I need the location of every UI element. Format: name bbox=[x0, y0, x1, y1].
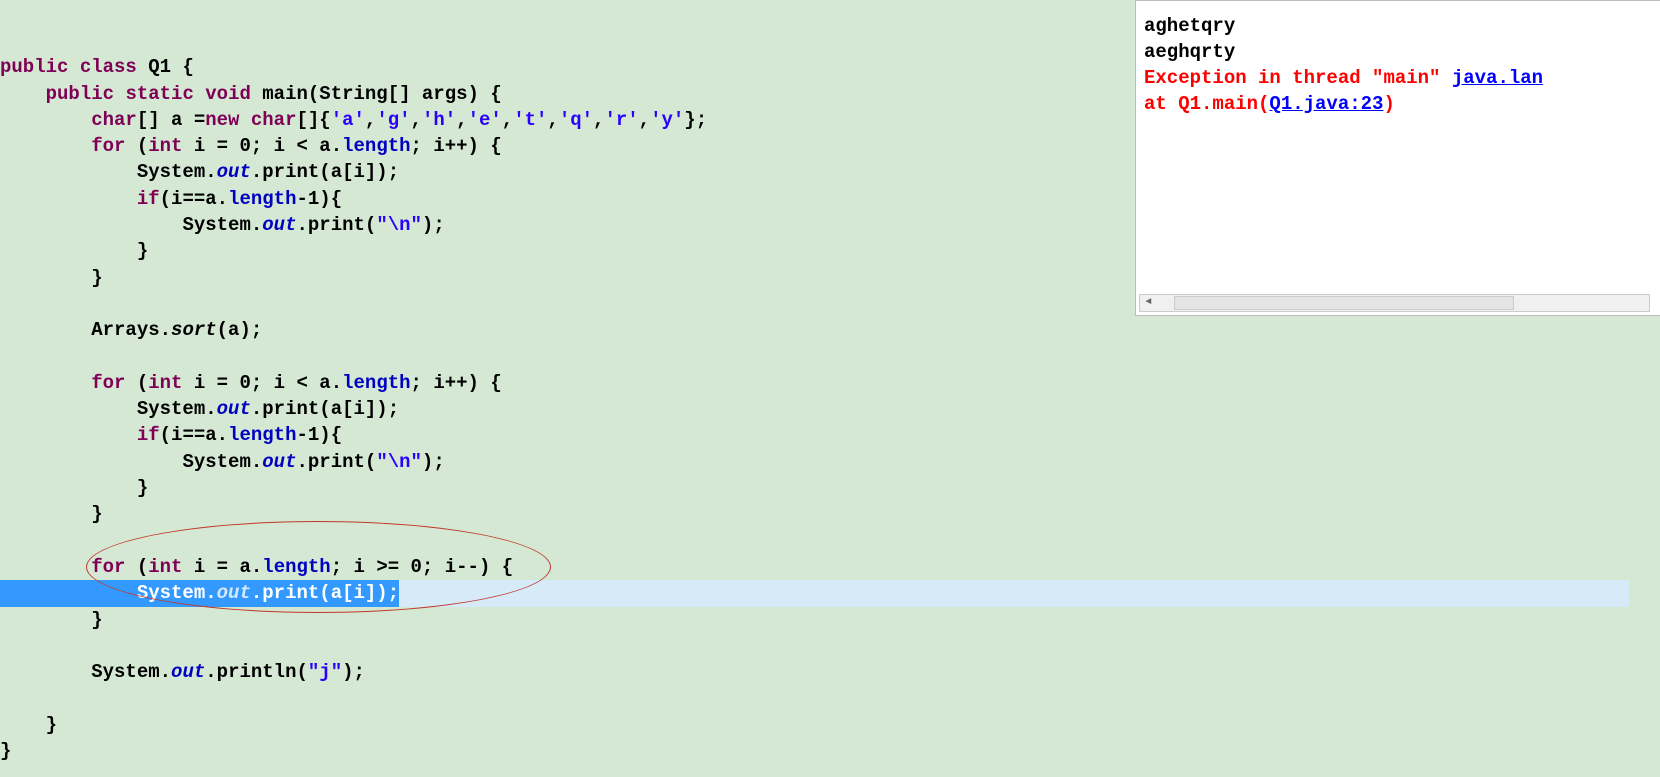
stacktrace-link[interactable]: Q1.java:23 bbox=[1269, 93, 1383, 115]
console-output[interactable]: aghetqry aeghqrty Exception in thread "m… bbox=[1135, 0, 1660, 316]
exception-class-link[interactable]: java.lan bbox=[1452, 67, 1543, 89]
kw-public: public bbox=[0, 56, 68, 78]
console-horizontal-scrollbar[interactable]: ◄ bbox=[1139, 294, 1650, 312]
console-line-2: aeghqrty bbox=[1144, 39, 1660, 65]
method-main: main bbox=[262, 83, 308, 105]
highlighted-line: System.out.print(a[i]); bbox=[0, 582, 1629, 604]
console-exception-line: Exception in thread "main" java.lan bbox=[1144, 65, 1660, 91]
console-stacktrace-line: at Q1.main(Q1.java:23) bbox=[1144, 91, 1660, 117]
console-line-1: aghetqry bbox=[1144, 13, 1660, 39]
scroll-left-icon[interactable]: ◄ bbox=[1140, 295, 1157, 311]
class-name: Q1 bbox=[148, 56, 171, 78]
kw-class: class bbox=[80, 56, 137, 78]
scrollbar-thumb[interactable] bbox=[1174, 296, 1514, 310]
